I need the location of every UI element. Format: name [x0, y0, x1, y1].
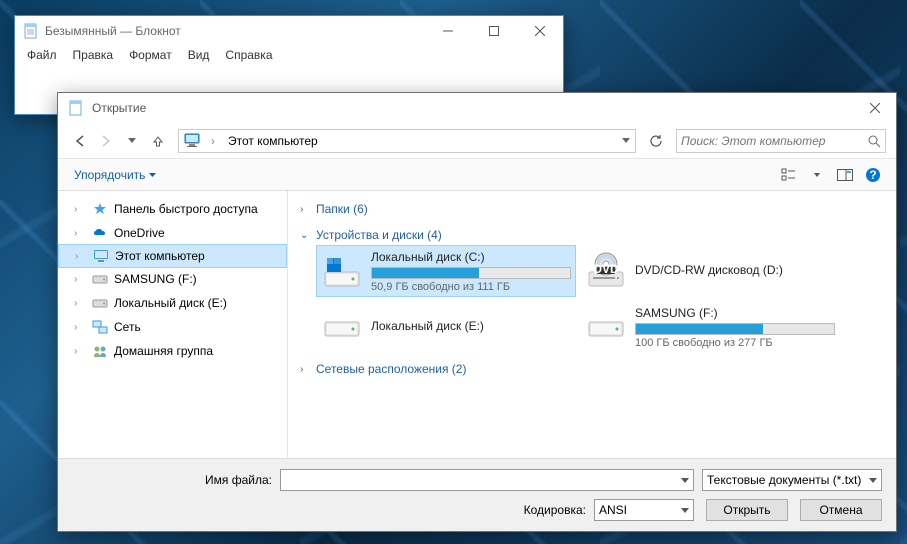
view-dropdown[interactable]: [804, 163, 830, 187]
drive-name: SAMSUNG (F:): [635, 306, 835, 320]
onedrive-icon: [92, 225, 108, 241]
notepad-title: Безымянный — Блокнот: [45, 24, 425, 38]
group-network-header[interactable]: ›Сетевые расположения (2): [300, 359, 884, 379]
menu-help[interactable]: Справка: [217, 46, 280, 68]
chevron-down-icon[interactable]: [869, 478, 877, 483]
group-network: ›Сетевые расположения (2): [300, 359, 884, 379]
notepad-menubar: Файл Правка Формат Вид Справка: [15, 46, 563, 68]
tree-this-pc[interactable]: ›Этот компьютер: [58, 244, 287, 268]
up-button[interactable]: [146, 129, 170, 153]
forward-button[interactable]: [94, 129, 118, 153]
close-button[interactable]: [517, 16, 563, 46]
svg-text:?: ?: [869, 168, 876, 182]
encoding-label: Кодировка:: [524, 503, 586, 517]
menu-edit[interactable]: Правка: [65, 46, 122, 68]
tree-onedrive[interactable]: ›OneDrive: [58, 221, 287, 245]
filename-label: Имя файла:: [72, 473, 272, 487]
drive-name: Локальный диск (E:): [371, 319, 571, 333]
breadcrumb-sep[interactable]: ›: [207, 134, 219, 148]
open-button[interactable]: Открыть: [706, 499, 788, 521]
maximize-button[interactable]: [471, 16, 517, 46]
search-box[interactable]: [676, 129, 886, 153]
chevron-right-icon: ›: [300, 204, 312, 215]
notepad-titlebar: Безымянный — Блокнот: [15, 16, 563, 46]
menu-file[interactable]: Файл: [19, 46, 65, 68]
pc-icon: [183, 131, 203, 151]
network-icon: [92, 319, 108, 335]
dialog-footer: Имя файла: Текстовые документы (*.txt) К…: [58, 458, 896, 531]
cancel-button[interactable]: Отмена: [800, 499, 882, 521]
drive-free: 50,9 ГБ свободно из 111 ГБ: [371, 281, 571, 293]
refresh-button[interactable]: [644, 129, 668, 153]
drive-f[interactable]: SAMSUNG (F:) 100 ГБ свободно из 277 ГБ: [580, 301, 840, 353]
filename-combo[interactable]: [280, 469, 694, 491]
chevron-down-icon[interactable]: [681, 478, 689, 483]
os-drive-icon: [321, 250, 363, 292]
homegroup-icon: [92, 343, 108, 359]
tree-network[interactable]: ›Сеть: [58, 315, 287, 339]
capacity-bar: [371, 267, 571, 279]
back-button[interactable]: [68, 129, 92, 153]
drive-c[interactable]: Локальный диск (C:) 50,9 ГБ свободно из …: [316, 245, 576, 297]
menu-view[interactable]: Вид: [180, 46, 218, 68]
organize-button[interactable]: Упорядочить: [68, 166, 162, 184]
filetype-combo[interactable]: Текстовые документы (*.txt): [702, 469, 882, 491]
tree-samsung[interactable]: ›SAMSUNG (F:): [58, 267, 287, 291]
recent-dropdown[interactable]: [120, 129, 144, 153]
nav-toolbar: › Этот компьютер: [58, 123, 896, 159]
drive-name: DVD/CD-RW дисковод (D:): [635, 263, 835, 277]
command-toolbar: Упорядочить ?: [58, 159, 896, 191]
star-icon: [92, 201, 108, 217]
capacity-bar: [635, 323, 835, 335]
dialog-close-button[interactable]: [854, 94, 896, 122]
dvd-drive-icon: DVD: [585, 250, 627, 292]
tree-quick-access[interactable]: ›Панель быстрого доступа: [58, 197, 287, 221]
hdd-icon: [321, 306, 363, 348]
dialog-titlebar: Открытие: [58, 93, 896, 123]
minimize-button[interactable]: [425, 16, 471, 46]
hdd-icon: [585, 306, 627, 348]
menu-format[interactable]: Формат: [121, 46, 180, 68]
group-folders-header[interactable]: ›Папки (6): [300, 199, 884, 219]
dialog-icon: [68, 100, 84, 116]
tree-homegroup[interactable]: ›Домашняя группа: [58, 339, 287, 363]
drive-free: 100 ГБ свободно из 277 ГБ: [635, 337, 835, 349]
open-dialog: Открытие › Этот компьютер Упорядочить ? …: [57, 92, 897, 532]
view-options-button[interactable]: [776, 163, 802, 187]
hdd-icon: [92, 271, 108, 287]
preview-pane-button[interactable]: [832, 163, 858, 187]
nav-tree: ›Панель быстрого доступа ›OneDrive ›Этот…: [58, 191, 288, 458]
search-icon[interactable]: [867, 134, 881, 148]
group-devices: ⌄Устройства и диски (4) Локальный диск (…: [300, 225, 884, 353]
chevron-down-icon: ⌄: [300, 230, 312, 241]
chevron-right-icon: ›: [300, 364, 312, 375]
drive-e[interactable]: Локальный диск (E:): [316, 301, 576, 353]
drive-d[interactable]: DVD DVD/CD-RW дисковод (D:): [580, 245, 840, 297]
address-bar[interactable]: › Этот компьютер: [178, 129, 636, 153]
pc-icon: [93, 248, 109, 264]
chevron-down-icon[interactable]: [681, 508, 689, 513]
search-input[interactable]: [681, 134, 867, 148]
dialog-body: ›Панель быстрого доступа ›OneDrive ›Этот…: [58, 191, 896, 458]
group-devices-header[interactable]: ⌄Устройства и диски (4): [300, 225, 884, 245]
breadcrumb-this-pc[interactable]: Этот компьютер: [219, 130, 324, 152]
content-pane: ›Папки (6) ⌄Устройства и диски (4) Локал…: [288, 191, 896, 458]
svg-text:DVD: DVD: [593, 262, 619, 276]
encoding-combo[interactable]: ANSI: [594, 499, 694, 521]
drive-name: Локальный диск (C:): [371, 250, 571, 264]
dialog-title: Открытие: [92, 101, 854, 115]
hdd-icon: [92, 295, 108, 311]
notepad-icon: [23, 23, 39, 39]
group-folders: ›Папки (6): [300, 199, 884, 219]
address-dropdown[interactable]: [617, 138, 635, 144]
help-button[interactable]: ?: [860, 163, 886, 187]
tree-local-e[interactable]: ›Локальный диск (E:): [58, 291, 287, 315]
